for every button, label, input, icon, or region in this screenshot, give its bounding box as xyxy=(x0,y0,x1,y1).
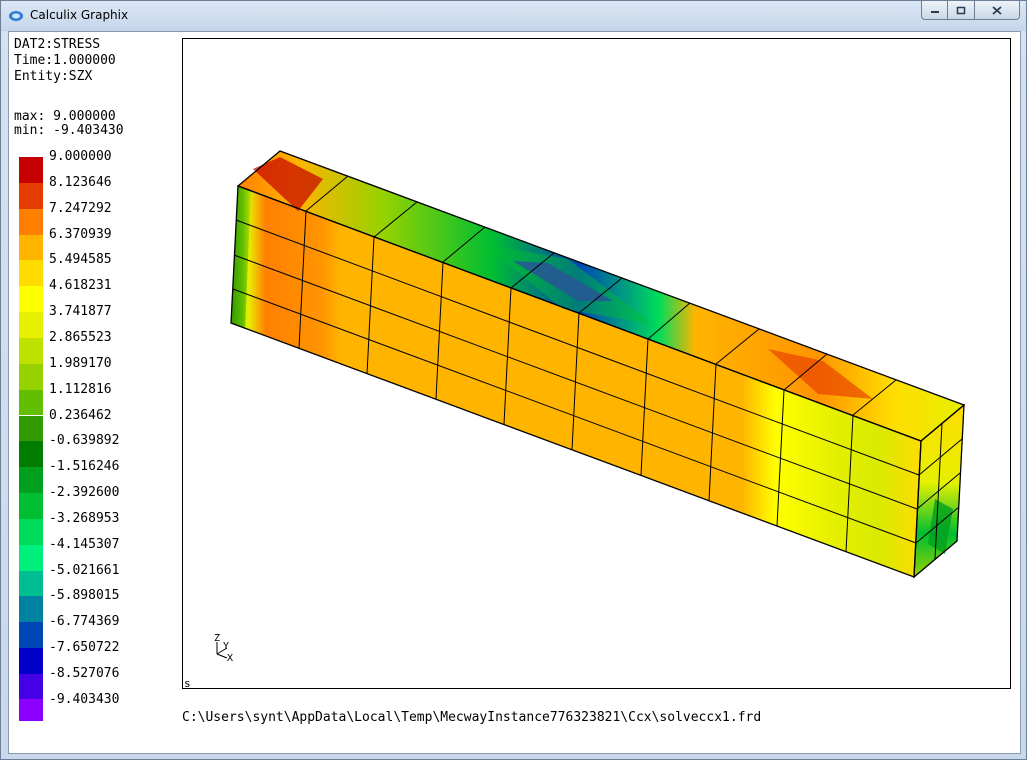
legend-swatch xyxy=(19,648,43,674)
legend-label: 0.236462 xyxy=(49,407,112,423)
legend-swatch xyxy=(19,493,43,519)
legend-swatch xyxy=(19,596,43,623)
legend-swatch xyxy=(19,234,43,261)
legend-label: 3.741877 xyxy=(49,304,112,320)
entity-label: Entity:SZX xyxy=(14,69,93,84)
legend-label: -2.392600 xyxy=(49,485,120,501)
legend-swatch xyxy=(19,698,43,722)
legend-label: 1.989170 xyxy=(49,355,112,371)
legend-swatch xyxy=(19,415,43,442)
maximize-button[interactable] xyxy=(948,1,975,20)
legend-swatch xyxy=(19,570,43,597)
legend-swatch xyxy=(19,157,43,183)
time-label: Time:1.000000 xyxy=(14,53,116,68)
minimize-button[interactable] xyxy=(921,1,948,20)
legend-label: -5.898015 xyxy=(49,588,120,604)
legend-swatch xyxy=(19,622,43,649)
legend-swatch xyxy=(19,441,43,468)
fem-model xyxy=(230,150,966,579)
file-path: C:\Users\synt\AppData\Local\Temp\MecwayI… xyxy=(182,710,762,725)
legend-label: -3.268953 xyxy=(49,510,120,526)
axis-y-label: Y xyxy=(223,641,229,652)
legend-swatch xyxy=(19,518,43,545)
axis-z-label: Z xyxy=(214,633,220,644)
close-icon xyxy=(992,5,1002,15)
legend-label: 1.112816 xyxy=(49,381,112,397)
close-button[interactable] xyxy=(975,1,1020,20)
axis-triad-icon: Z Y X xyxy=(214,633,233,662)
legend-label: -5.021661 xyxy=(49,562,120,578)
legend-swatch xyxy=(19,337,43,364)
legend-swatch xyxy=(19,182,43,209)
axis-x-label: X xyxy=(227,653,233,662)
result-info: DAT2:STRESS Time:1.000000 Entity:SZX xyxy=(14,37,116,85)
legend-swatch xyxy=(19,544,43,571)
legend-label: 6.370939 xyxy=(49,226,112,242)
graphics-area: DAT2:STRESS Time:1.000000 Entity:SZX max… xyxy=(8,31,1021,754)
viewport-corner-mark: s xyxy=(184,677,191,689)
legend-label: 9.000000 xyxy=(49,149,112,164)
app-icon xyxy=(9,11,23,21)
legend-label: -1.516246 xyxy=(49,459,120,475)
legend-label: -0.639892 xyxy=(49,433,120,449)
maximize-icon xyxy=(956,6,966,14)
legend-label: 7.247292 xyxy=(49,200,112,216)
legend-label: -7.650722 xyxy=(49,640,120,656)
legend-label: 5.494585 xyxy=(49,252,112,268)
window-title: Calculix Graphix xyxy=(30,8,129,22)
title-bar[interactable]: Calculix Graphix xyxy=(1,1,1026,31)
legend-swatch xyxy=(19,674,43,700)
legend-label: -6.774369 xyxy=(49,614,120,630)
legend-label: 8.123646 xyxy=(49,174,112,190)
legend-swatch xyxy=(19,260,43,287)
legend-swatch xyxy=(19,312,43,338)
legend-swatch xyxy=(19,208,43,235)
legend-label: -4.145307 xyxy=(49,536,120,552)
legend-label: -8.527076 xyxy=(49,666,120,681)
max-label: max: 9.000000 xyxy=(14,109,116,124)
dataset-label: DAT2:STRESS xyxy=(14,37,101,52)
model-viewport[interactable]: Z Y X s xyxy=(182,38,1011,689)
min-label: min: -9.403430 xyxy=(14,123,124,138)
legend-label: 4.618231 xyxy=(49,278,112,294)
legend-swatch xyxy=(19,286,43,313)
legend-swatch xyxy=(19,389,43,416)
legend-label: 2.865523 xyxy=(49,329,112,345)
minimize-icon xyxy=(930,11,939,13)
result-range: max: 9.000000 min: -9.403430 xyxy=(14,110,124,138)
legend-label: -9.403430 xyxy=(49,691,120,707)
legend-swatch xyxy=(19,467,43,494)
window-controls xyxy=(921,1,1020,21)
app-window: Calculix Graphix DAT2:STRESS Time:1.0000… xyxy=(0,0,1027,760)
legend-swatch xyxy=(19,363,43,390)
